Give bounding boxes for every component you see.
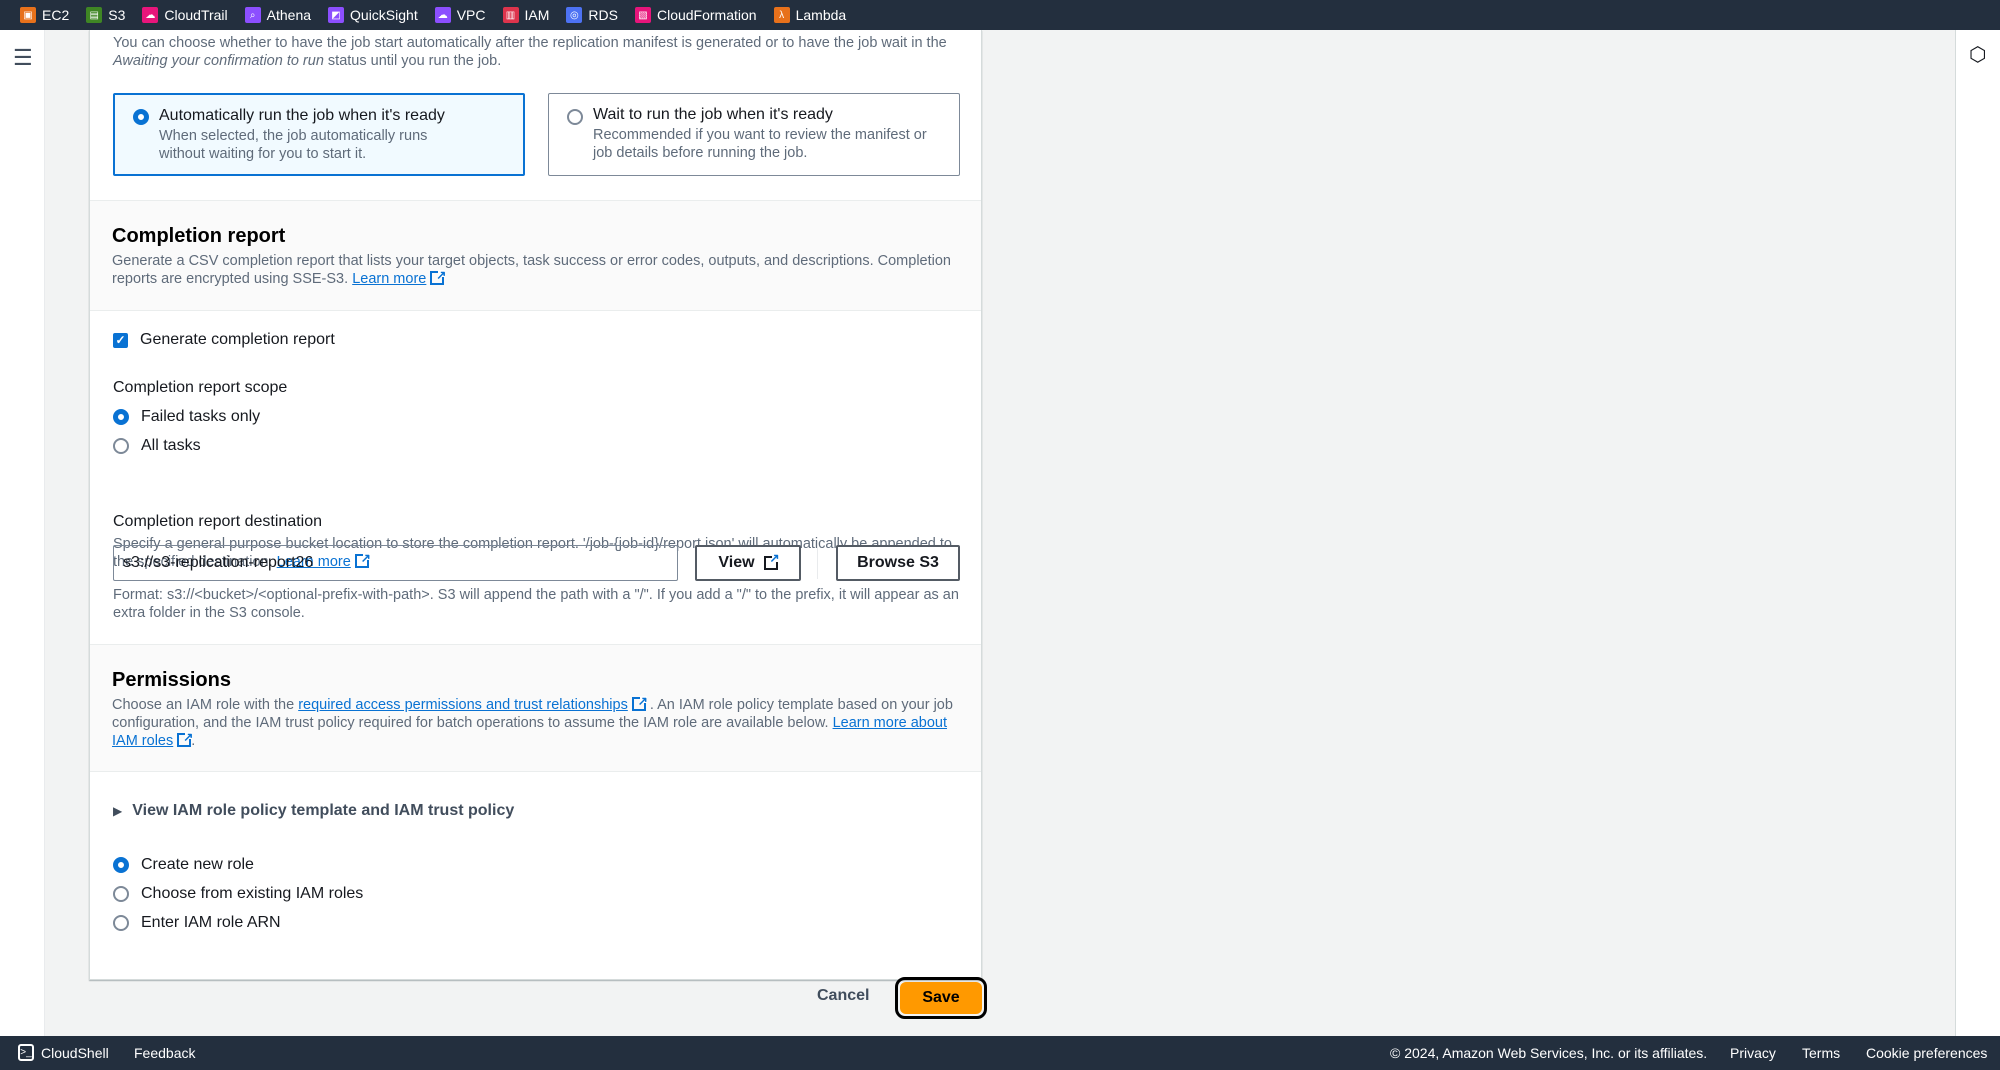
radio-icon: [113, 915, 129, 931]
scope-label: Completion report scope: [113, 379, 288, 396]
terms-link[interactable]: Terms: [1802, 1045, 1840, 1061]
existing-role-radio[interactable]: Choose from existing IAM roles: [113, 885, 363, 903]
service-label: Lambda: [795, 7, 847, 23]
role-arn-radio[interactable]: Enter IAM role ARN: [113, 914, 281, 932]
cloudtrail-icon: ☁: [142, 7, 159, 23]
view-button[interactable]: View: [695, 545, 801, 581]
cloudformation-icon: ▧: [634, 7, 651, 23]
service-label: IAM: [524, 7, 550, 23]
generate-report-checkbox[interactable]: ✓ Generate completion report: [113, 331, 335, 349]
radio-label: Failed tasks only: [141, 408, 261, 425]
side-navigation: ☰: [0, 30, 45, 1036]
format-hint: Format: s3://<bucket>/<optional-prefix-w…: [113, 587, 959, 621]
radio-label: Choose from existing IAM roles: [141, 885, 364, 902]
section-desc: Generate a CSV completion report that li…: [112, 252, 962, 288]
radio-label: All tasks: [141, 437, 201, 454]
save-label: Save: [900, 982, 982, 1014]
service-athena[interactable]: ⌕ Athena: [244, 7, 312, 23]
service-cloudtrail[interactable]: ☁ CloudTrail: [142, 7, 228, 23]
service-label: VPC: [456, 7, 486, 23]
caret-right-icon: ▶: [113, 804, 123, 818]
privacy-link[interactable]: Privacy: [1730, 1045, 1776, 1061]
job-settings-panel: You can choose whether to have the job s…: [89, 30, 982, 980]
service-rds[interactable]: ◎ RDS: [566, 7, 618, 23]
service-iam[interactable]: ▥ IAM: [502, 7, 550, 23]
help-panel-icon[interactable]: ⬡: [1969, 45, 1986, 65]
button-label: View: [718, 554, 755, 571]
feedback-link[interactable]: Feedback: [134, 1045, 195, 1061]
cancel-button[interactable]: Cancel: [817, 987, 869, 1005]
right-rail: ⬡: [1955, 30, 2000, 1036]
create-new-role-radio[interactable]: Create new role: [113, 856, 254, 874]
scope-all-radio[interactable]: All tasks: [113, 437, 201, 455]
radio-icon: [133, 109, 149, 125]
radio-icon: [567, 109, 583, 125]
vpc-icon: ☁: [434, 7, 451, 23]
service-label: CloudTrail: [164, 7, 228, 23]
radio-icon: [113, 857, 129, 873]
service-label: RDS: [588, 7, 618, 23]
save-button[interactable]: Save: [895, 977, 987, 1019]
radio-icon: [113, 886, 129, 902]
option-label: Automatically run the job when it's read…: [159, 107, 445, 124]
external-link-icon: [631, 692, 648, 711]
destination-label: Completion report destination: [113, 513, 323, 530]
service-cloudformation[interactable]: ▧ CloudFormation: [634, 7, 757, 23]
auto-run-option[interactable]: Automatically run the job when it's read…: [113, 93, 525, 176]
checkbox-label: Generate completion report: [140, 331, 335, 348]
completion-report-header: Completion report Generate a CSV complet…: [90, 200, 981, 311]
section-desc: Choose an IAM role with the required acc…: [112, 692, 962, 750]
service-vpc[interactable]: ☁ VPC: [434, 7, 486, 23]
browse-s3-button[interactable]: Browse S3: [836, 545, 960, 581]
copyright-text: © 2024, Amazon Web Services, Inc. or its…: [1390, 1045, 1708, 1061]
radio-icon: [113, 409, 129, 425]
scope-failed-radio[interactable]: Failed tasks only: [113, 408, 260, 426]
hamburger-menu-icon[interactable]: ☰: [13, 47, 33, 69]
checkbox-checked-icon: ✓: [113, 332, 128, 348]
service-s3[interactable]: ▤ S3: [86, 7, 125, 23]
permissions-header: Permissions Choose an IAM role with the …: [90, 644, 981, 772]
cookie-preferences-link[interactable]: Cookie preferences: [1866, 1045, 1987, 1061]
external-link-icon: [177, 728, 193, 747]
radio-label: Enter IAM role ARN: [141, 914, 281, 931]
ec2-icon: ▣: [20, 7, 36, 23]
section-title: Permissions: [112, 669, 231, 691]
cloudshell-icon: >_: [18, 1044, 34, 1061]
lambda-icon: λ: [773, 7, 790, 23]
external-link-icon: [763, 551, 780, 570]
athena-icon: ⌕: [244, 7, 261, 23]
expander-label: View IAM role policy template and IAM tr…: [132, 802, 515, 819]
radio-label: Create new role: [141, 856, 254, 873]
footer: >_ CloudShell Feedback © 2024, Amazon We…: [0, 1036, 2000, 1070]
service-label: EC2: [42, 7, 70, 23]
iam-icon: ▥: [502, 7, 519, 23]
learn-more-link[interactable]: Learn more: [352, 271, 426, 287]
radio-icon: [113, 438, 129, 454]
option-desc: Recommended if you want to review the ma…: [593, 127, 927, 161]
service-label: CloudFormation: [656, 7, 757, 23]
external-link-icon: [430, 266, 446, 285]
option-desc: When selected, the job automatically run…: [159, 128, 428, 162]
policy-template-expander[interactable]: ▶ View IAM role policy template and IAM t…: [113, 802, 514, 820]
run-intro: You can choose whether to have the job s…: [113, 35, 947, 69]
destination-input[interactable]: s3://s3-replication-report26: [113, 545, 678, 581]
option-label: Wait to run the job when it's ready: [593, 106, 833, 123]
service-quicksight[interactable]: ◩ QuickSight: [328, 7, 418, 23]
access-permissions-link[interactable]: required access permissions and trust re…: [298, 697, 628, 713]
quicksight-icon: ◩: [328, 7, 345, 23]
service-lambda[interactable]: λ Lambda: [773, 7, 847, 23]
service-label: QuickSight: [350, 7, 418, 23]
s3-icon: ▤: [86, 7, 103, 23]
service-label: Athena: [266, 7, 312, 23]
service-label: S3: [108, 7, 126, 23]
divider: [817, 547, 818, 579]
button-label: Browse S3: [857, 554, 939, 571]
wait-run-option[interactable]: Wait to run the job when it's ready Reco…: [548, 93, 960, 176]
rds-icon: ◎: [566, 7, 583, 23]
cloudshell-link[interactable]: CloudShell: [41, 1045, 109, 1061]
service-ec2[interactable]: ▣ EC2: [20, 7, 69, 23]
section-title: Completion report: [112, 225, 286, 247]
services-bar: ▣ EC2 ▤ S3 ☁ CloudTrail ⌕ Athena ◩ QuickSight…: [0, 0, 2000, 30]
